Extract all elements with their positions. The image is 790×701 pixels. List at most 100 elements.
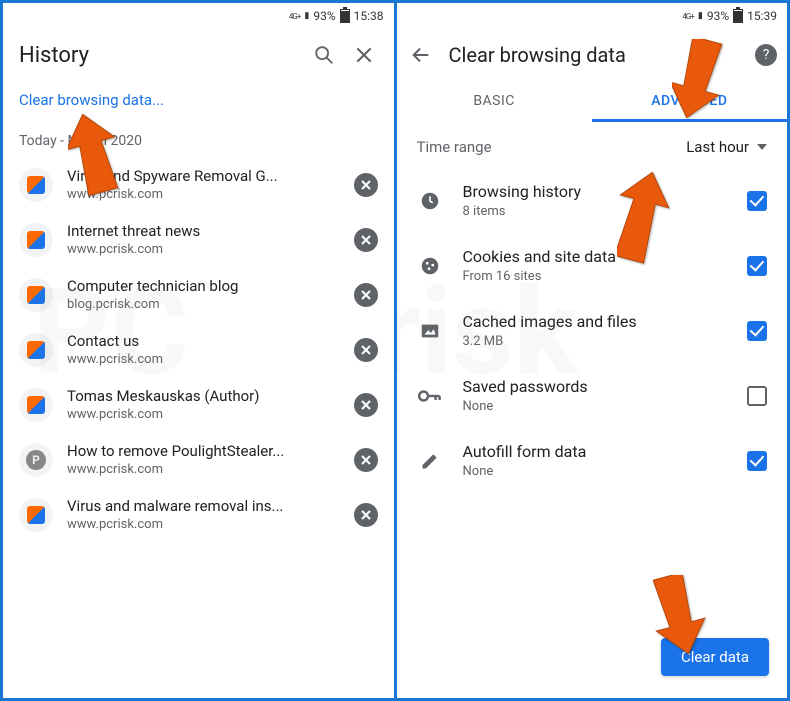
history-item-title: Computer technician blog	[67, 277, 340, 295]
network-indicator: 4G+	[289, 12, 300, 21]
time-range-label: Time range	[417, 138, 687, 156]
help-icon: ?	[763, 47, 770, 63]
battery-icon	[733, 9, 743, 23]
delete-history-item-button[interactable]	[354, 393, 378, 417]
history-item-domain: www.pcrisk.com	[67, 352, 340, 367]
clear-data-option[interactable]: Saved passwordsNone	[397, 363, 788, 428]
close-icon	[360, 454, 372, 466]
back-button[interactable]	[407, 41, 435, 69]
favicon	[19, 278, 53, 312]
history-list[interactable]: Virus and Spyware Removal G... www.pcrisk…	[3, 157, 394, 698]
tab-advanced[interactable]: ADVANCED	[592, 81, 787, 122]
status-bar: 4G+ ▮ 93% 15:38	[3, 3, 394, 29]
chevron-down-icon	[757, 144, 767, 150]
favicon	[19, 498, 53, 532]
option-subtext: 8 items	[463, 204, 728, 219]
favicon	[19, 223, 53, 257]
clock: 15:38	[354, 9, 384, 23]
history-item[interactable]: Virus and malware removal ins... www.pcri…	[3, 487, 394, 542]
history-item-domain: blog.pcrisk.com	[67, 297, 340, 312]
favicon	[19, 333, 53, 367]
option-subtext: From 16 sites	[463, 269, 728, 284]
option-name: Cached images and files	[463, 312, 728, 331]
delete-history-item-button[interactable]	[354, 283, 378, 307]
history-item-title: Virus and malware removal ins...	[67, 497, 340, 515]
history-item-domain: www.pcrisk.com	[67, 242, 340, 257]
search-button[interactable]	[310, 41, 338, 69]
history-date-label: Today - March 2020	[3, 123, 394, 157]
clear-data-button[interactable]: Clear data	[661, 638, 769, 676]
signal-icon: ▮	[698, 11, 703, 21]
option-checkbox[interactable]	[747, 321, 767, 341]
delete-history-item-button[interactable]	[354, 173, 378, 197]
close-button[interactable]	[350, 41, 378, 69]
option-checkbox[interactable]	[747, 191, 767, 211]
history-header: History	[3, 29, 394, 81]
key-icon	[417, 387, 443, 405]
clear-data-header: Clear browsing data ?	[397, 29, 788, 81]
time-range-dropdown[interactable]: Last hour	[686, 138, 767, 156]
history-screen: PC 4G+ ▮ 93% 15:38 History Clear browsin…	[3, 3, 394, 698]
close-icon	[360, 179, 372, 191]
delete-history-item-button[interactable]	[354, 338, 378, 362]
option-checkbox[interactable]	[747, 256, 767, 276]
history-item[interactable]: P How to remove PoulightStealer... www.pcr…	[3, 432, 394, 487]
signal-icon: ▮	[304, 11, 309, 21]
favicon: P	[19, 443, 53, 477]
clear-browsing-data-screen: risk 4G+ ▮ 93% 15:39 Clear browsing data…	[397, 3, 788, 698]
option-name: Browsing history	[463, 182, 728, 201]
image-icon	[417, 320, 443, 342]
history-item-domain: www.pcrisk.com	[67, 462, 340, 477]
pencil-icon	[417, 451, 443, 471]
history-item-domain: www.pcrisk.com	[67, 187, 340, 202]
clock-icon	[417, 190, 443, 212]
tabs: BASIC ADVANCED	[397, 81, 788, 122]
tab-basic[interactable]: BASIC	[397, 81, 592, 122]
help-button[interactable]: ?	[755, 44, 777, 66]
history-item-domain: www.pcrisk.com	[67, 517, 340, 532]
clock: 15:39	[747, 9, 777, 23]
close-icon	[360, 509, 372, 521]
favicon	[19, 388, 53, 422]
page-title: History	[19, 43, 298, 68]
back-arrow-icon	[410, 44, 432, 66]
clear-browsing-data-link[interactable]: Clear browsing data...	[3, 81, 394, 123]
close-icon	[360, 399, 372, 411]
time-range-value: Last hour	[686, 138, 749, 156]
battery-icon	[340, 9, 350, 23]
option-checkbox[interactable]	[747, 451, 767, 471]
history-item[interactable]: Virus and Spyware Removal G... www.pcrisk…	[3, 157, 394, 212]
option-subtext: None	[463, 464, 728, 479]
history-item[interactable]: Tomas Meskauskas (Author) www.pcrisk.com	[3, 377, 394, 432]
delete-history-item-button[interactable]	[354, 228, 378, 252]
network-indicator: 4G+	[682, 12, 693, 21]
clear-data-option[interactable]: Cached images and files 3.2 MB	[397, 298, 788, 363]
history-item-domain: www.pcrisk.com	[67, 407, 340, 422]
clear-data-options-list: Browsing history 8 items Cookies and site …	[397, 168, 788, 698]
history-item[interactable]: Internet threat news www.pcrisk.com	[3, 212, 394, 267]
delete-history-item-button[interactable]	[354, 503, 378, 527]
history-item[interactable]: Contact us www.pcrisk.com	[3, 322, 394, 377]
delete-history-item-button[interactable]	[354, 448, 378, 472]
history-item-title: How to remove PoulightStealer...	[67, 442, 340, 460]
clear-data-option[interactable]: Browsing history 8 items	[397, 168, 788, 233]
battery-percent: 93%	[313, 9, 335, 23]
history-item-title: Tomas Meskauskas (Author)	[67, 387, 340, 405]
option-checkbox[interactable]	[747, 386, 767, 406]
battery-percent: 93%	[707, 9, 729, 23]
option-name: Autofill form data	[463, 442, 728, 461]
option-subtext: 3.2 MB	[463, 334, 728, 349]
page-title: Clear browsing data	[449, 43, 742, 67]
option-subtext: None	[463, 399, 728, 414]
close-icon	[354, 45, 374, 65]
close-icon	[360, 344, 372, 356]
history-item-title: Contact us	[67, 332, 340, 350]
history-item-title: Internet threat news	[67, 222, 340, 240]
history-item[interactable]: Computer technician blog blog.pcrisk.com	[3, 267, 394, 322]
history-item-title: Virus and Spyware Removal G...	[67, 167, 340, 185]
close-icon	[360, 289, 372, 301]
clear-data-option[interactable]: Cookies and site dataFrom 16 sites	[397, 233, 788, 298]
clear-data-option[interactable]: Autofill form data None	[397, 428, 788, 493]
cookie-icon	[417, 255, 443, 277]
favicon	[19, 168, 53, 202]
